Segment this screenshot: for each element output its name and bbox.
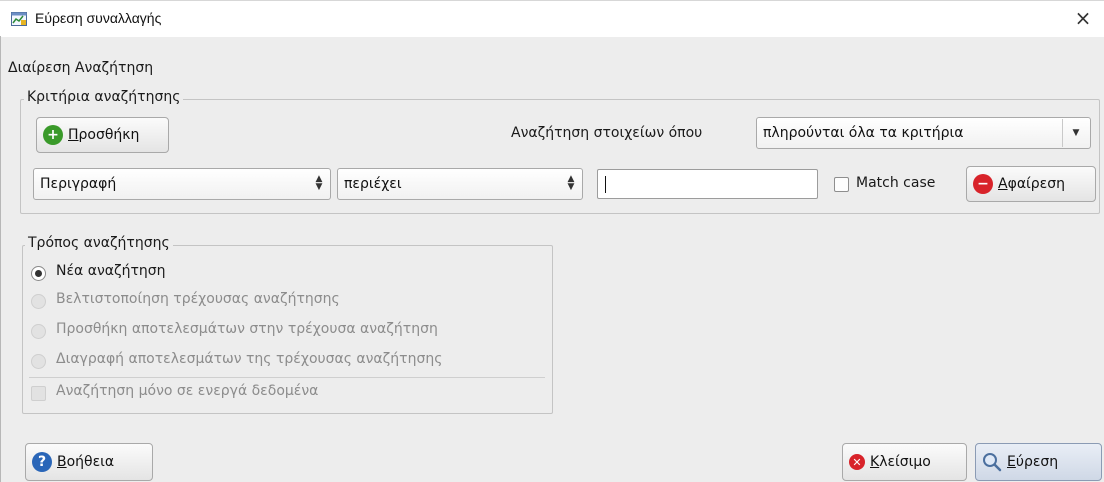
chevron-down-icon: ▼	[1062, 119, 1089, 147]
find-button[interactable]: Εύρεση	[975, 443, 1102, 481]
field-select-value: Περιγραφή	[40, 176, 117, 192]
radio-refine-search[interactable]	[31, 294, 46, 309]
operator-select[interactable]: περιέχει ▲ ▼	[337, 168, 583, 200]
radio-refine-search-label[interactable]: Βελτιστοποίηση τρέχουσας αναζήτησης	[56, 291, 340, 307]
minus-circle-icon: −	[973, 174, 993, 194]
close-button[interactable]: ✕ Κλείσιμο	[842, 443, 967, 481]
radio-delete-results-label[interactable]: Διαγραφή αποτελεσμάτων της τρέχουσας ανα…	[56, 351, 442, 367]
remove-mnemonic: Α	[998, 176, 1008, 192]
spinner-arrows-icon: ▲ ▼	[567, 174, 575, 192]
help-button[interactable]: ? Βοήθεια	[25, 443, 153, 481]
search-mode-group-title: Τρόπος αναζήτησης	[25, 235, 173, 251]
match-case-label[interactable]: Match case	[856, 175, 935, 191]
find-mnemonic: Ε	[1007, 454, 1016, 470]
find-label: ύρεση	[1015, 454, 1059, 470]
plus-circle-icon: +	[43, 125, 63, 145]
operator-select-value: περιέχει	[344, 176, 402, 192]
add-criterion-button[interactable]: + Προσθήκη	[36, 117, 169, 153]
match-case-checkbox[interactable]	[834, 177, 849, 192]
radio-new-search[interactable]	[31, 266, 46, 281]
spinner-arrows-icon: ▲ ▼	[315, 174, 323, 192]
add-label: ροσθήκη	[78, 127, 140, 143]
close-circle-icon: ✕	[849, 454, 865, 470]
active-data-only-label[interactable]: Αναζήτηση μόνο σε ενεργά δεδομένα	[56, 383, 318, 399]
field-select[interactable]: Περιγραφή ▲ ▼	[33, 168, 331, 200]
match-criteria-select[interactable]: πληρούνται όλα τα κριτήρια ▼	[756, 117, 1091, 149]
remove-label: φαίρεση	[1007, 176, 1065, 192]
match-criteria-value: πληρούνται όλα τα κριτήρια	[763, 125, 964, 141]
title-bar: Εύρεση συναλλαγής ×	[0, 0, 1104, 37]
radio-add-results-label[interactable]: Προσθήκη αποτελεσμάτων στην τρέχουσα ανα…	[56, 321, 438, 337]
help-icon: ?	[32, 452, 52, 472]
radio-add-results[interactable]	[31, 324, 46, 339]
match-criteria-label: Αναζήτηση στοιχείων όπου	[511, 125, 703, 141]
close-label: λείσιμο	[879, 454, 931, 470]
search-text-input[interactable]	[597, 169, 818, 199]
window-close-button[interactable]: ×	[1072, 7, 1094, 29]
criteria-group-title: Κριτήρια αναζήτησης	[24, 89, 184, 105]
separator	[29, 377, 545, 378]
window-title: Εύρεση συναλλαγής	[35, 10, 162, 26]
remove-criterion-button[interactable]: − Αφαίρεση	[966, 166, 1096, 202]
search-icon	[983, 453, 1002, 472]
add-mnemonic: Π	[68, 127, 79, 143]
app-window-icon	[11, 12, 27, 26]
text-caret	[605, 176, 606, 193]
help-label: οήθεια	[66, 454, 115, 470]
close-mnemonic: Κ	[870, 454, 880, 470]
window-border	[0, 36, 1, 482]
radio-new-search-label[interactable]: Νέα αναζήτηση	[56, 263, 166, 279]
section-label: Διαίρεση Αναζήτηση	[8, 60, 154, 76]
radio-delete-results[interactable]	[31, 354, 46, 369]
help-mnemonic: Β	[57, 454, 67, 470]
active-data-only-checkbox[interactable]	[31, 386, 46, 401]
